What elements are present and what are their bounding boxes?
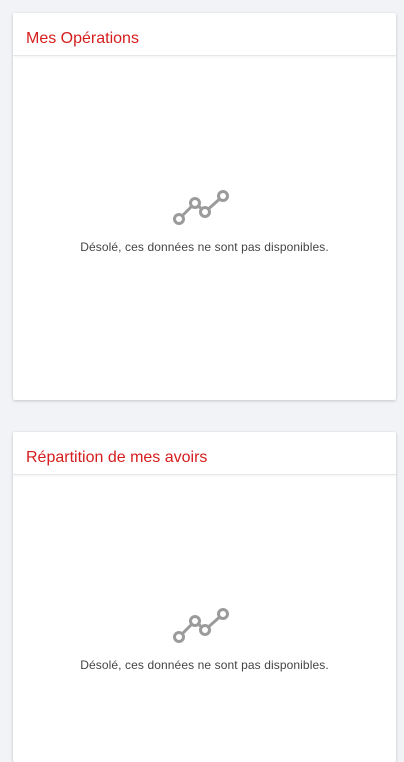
holdings-card-header: Répartition de mes avoirs	[13, 432, 396, 475]
line-chart-icon	[172, 190, 229, 225]
operations-empty-state: Désolé, ces données ne sont pas disponib…	[13, 188, 396, 254]
operations-empty-message: Désolé, ces données ne sont pas disponib…	[80, 240, 329, 254]
holdings-distribution-card: Répartition de mes avoirs Désolé, ces do…	[13, 432, 396, 762]
holdings-card-title: Répartition de mes avoirs	[26, 449, 208, 466]
holdings-empty-state: Désolé, ces données ne sont pas disponib…	[13, 606, 396, 672]
operations-card: Mes Opérations Désolé, ces données ne so…	[13, 13, 396, 400]
operations-card-header: Mes Opérations	[13, 13, 396, 56]
holdings-empty-message: Désolé, ces données ne sont pas disponib…	[80, 658, 329, 672]
operations-card-title: Mes Opérations	[26, 30, 139, 47]
line-chart-icon	[172, 608, 229, 643]
